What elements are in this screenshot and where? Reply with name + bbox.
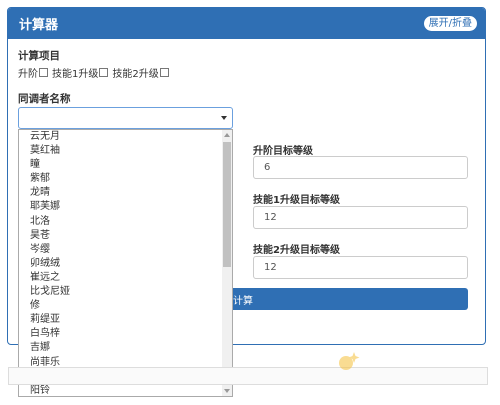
calculate-button-label: 计算 [233,295,253,307]
scroll-up-icon[interactable] [224,133,230,137]
character-option[interactable]: 耶芙娜 [19,200,222,214]
character-option[interactable]: 龙晴 [19,186,222,200]
skill1-target-input[interactable]: 12 [253,206,468,229]
chevron-down-icon [221,116,227,120]
ascend-checkbox[interactable] [39,68,48,77]
character-option[interactable]: 阳铃 [19,384,222,396]
character-option[interactable]: 瞳 [19,158,222,172]
character-option[interactable]: 吉娜 [19,341,222,355]
character-option[interactable]: 卯绒绒 [19,257,222,271]
character-option[interactable]: 崔远之 [19,271,222,285]
skill2-checkbox[interactable] [159,68,169,77]
character-option[interactable]: 紫郁 [19,172,222,186]
ascend-target-label: 升阶目标等级 [253,146,313,157]
character-option[interactable]: 比戈尼娅 [19,285,222,299]
dropdown-scrollbar[interactable] [222,130,232,396]
character-label: 同调者名称 [18,93,71,105]
option-ascend[interactable]: 升阶 [18,65,48,80]
character-option-list: 云无月 莫红袖瞳紫郁 龙晴 耶芙娜 北洛 昊苍 岑缨 卯绒绒 崔远之 比戈尼娅修莉缇亚 白鸟梓 吉娜尚… [19,130,222,396]
character-option[interactable]: 修 [19,299,222,313]
expand-collapse-button[interactable]: 展开/折叠 [423,16,477,31]
character-option[interactable]: 岑缨 [19,243,222,257]
character-option[interactable]: 昊苍 [19,229,222,243]
skill2-target-label: 技能2升级目标等级 [253,245,340,256]
footer-bar [8,367,488,385]
panel-header: 计算器 展开/折叠 [8,8,485,39]
option-skill1-label: 技能1升级 [52,69,99,80]
character-option[interactable]: 莉缇亚 [19,313,222,327]
character-option[interactable]: 白鸟梓 [19,327,222,341]
skill1-target-label: 技能1升级目标等级 [253,195,340,206]
calc-items-label: 计算项目 [18,50,60,62]
calc-items-checkboxes: 升阶 技能1升级 技能2升级 [18,65,173,80]
option-ascend-label: 升阶 [18,69,38,80]
character-dropdown: 云无月 莫红袖瞳紫郁 龙晴 耶芙娜 北洛 昊苍 岑缨 卯绒绒 崔远之 比戈尼娅修莉缇亚 白鸟梓 吉娜尚… [18,129,233,397]
ascend-target-input[interactable]: 6 [253,156,468,179]
scrollbar-thumb[interactable] [223,142,231,267]
character-select[interactable] [18,107,233,129]
option-skill1[interactable]: 技能1升级 [52,65,109,80]
character-option[interactable]: 莫红袖 [19,144,222,158]
option-skill2[interactable]: 技能2升级 [112,65,169,80]
skill1-checkbox[interactable] [99,68,109,77]
character-option[interactable]: 云无月 [19,130,222,144]
character-option[interactable]: 北洛 [19,215,222,229]
panel-title: 计算器 [19,18,59,33]
scroll-down-icon[interactable] [224,389,230,393]
option-skill2-label: 技能2升级 [112,69,159,80]
skill2-target-input[interactable]: 12 [253,256,468,279]
